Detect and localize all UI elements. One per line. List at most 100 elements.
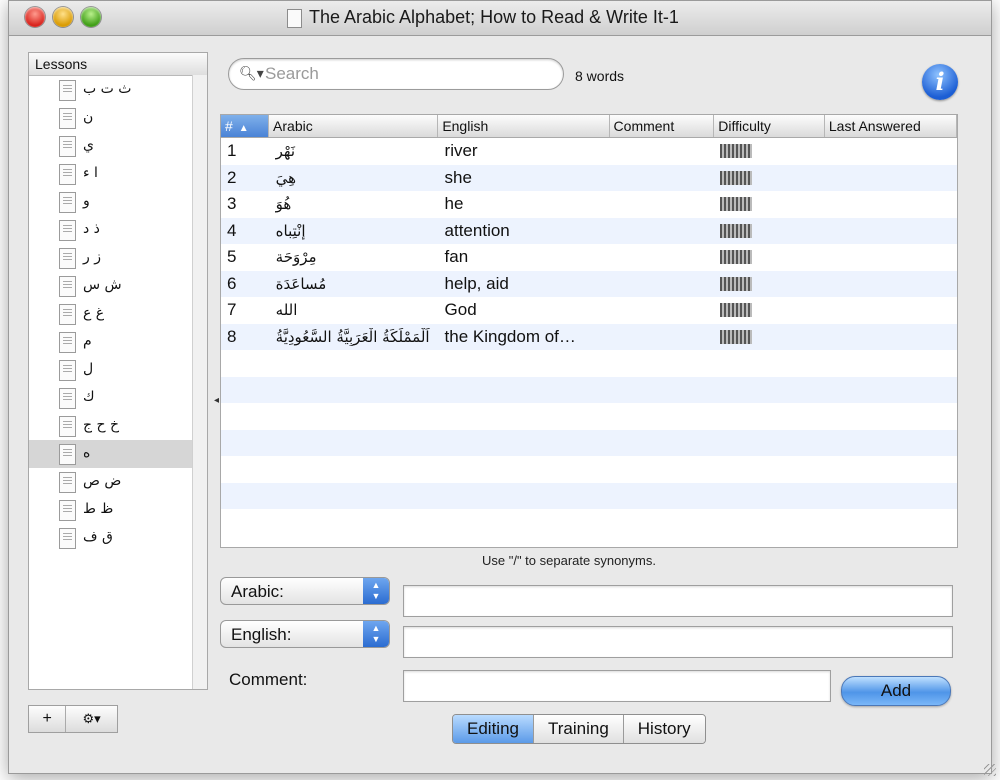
sidebar-item-label: ا ء — [83, 165, 98, 181]
sidebar-scrollbar[interactable] — [192, 75, 207, 689]
arabic-field[interactable] — [403, 585, 956, 618]
sidebar-item-lesson[interactable]: ل — [29, 356, 207, 384]
info-icon[interactable]: i — [922, 64, 958, 100]
sidebar-item-lesson[interactable]: ز ر — [29, 244, 207, 272]
table-row[interactable] — [221, 350, 957, 377]
arabic-language-popup[interactable]: Arabic: ▲ ▼ — [220, 577, 390, 605]
english-cell: the Kingdom of… — [444, 326, 576, 346]
sidebar-item-lesson[interactable]: ا ء — [29, 160, 207, 188]
tab-editing[interactable]: Editing — [453, 715, 534, 743]
minimize-window-button[interactable] — [53, 7, 73, 27]
column-header-comment[interactable]: Comment — [610, 115, 715, 137]
sidebar-item-lesson[interactable]: و — [29, 188, 207, 216]
sidebar-item-lesson[interactable]: ق ف — [29, 524, 207, 552]
title-bar[interactable]: The Arabic Alphabet; How to Read & Write… — [9, 1, 991, 36]
comment-label: Comment: — [229, 670, 308, 689]
sidebar-item-lesson[interactable]: ش س — [29, 272, 207, 300]
sidebar-item-lesson[interactable]: م — [29, 328, 207, 356]
column-header-number[interactable]: # ▲ — [221, 115, 270, 137]
popup-arrows-icon: ▲ ▼ — [363, 621, 389, 647]
comment-field[interactable] — [403, 670, 834, 703]
table-row[interactable]: 2 هِيَ she — [221, 164, 957, 191]
add-lesson-button[interactable]: + — [29, 706, 67, 732]
close-window-button[interactable] — [25, 7, 45, 27]
arabic-cell: هُوَ — [275, 195, 292, 214]
row-number: 1 — [227, 141, 237, 161]
column-header-last-answered[interactable]: Last Answered — [825, 115, 957, 137]
sidebar-item-label: م — [83, 333, 92, 349]
table-row[interactable] — [221, 403, 957, 430]
row-number: 8 — [227, 326, 237, 346]
table-row[interactable] — [221, 482, 957, 509]
table-row[interactable]: 3 هُوَ he — [221, 191, 957, 218]
lessons-sidebar: Lessons ث ت ب ني ا ء و ذ د ز ر ش س غ ع ملك خ ح ج ه… — [28, 52, 208, 690]
table-row[interactable]: 8 اَلْمَمْلَكَةُ الْعَرَبِيَّةُ السَّعُود… — [221, 323, 957, 350]
sidebar-item-lesson[interactable]: غ ع — [29, 300, 207, 328]
table-row[interactable] — [221, 509, 957, 536]
sidebar-item-lesson[interactable]: خ ح ج — [29, 412, 207, 440]
table-row[interactable]: 6 مُساعَدَة help, aid — [221, 270, 957, 297]
table-row[interactable] — [221, 429, 957, 456]
search-input[interactable] — [263, 63, 547, 85]
sidebar-item-lesson[interactable]: ث ت ب — [29, 76, 207, 104]
document-icon — [59, 108, 76, 129]
sidebar-toolbar: + ⚙▾ — [28, 705, 118, 733]
difficulty-bar — [720, 250, 753, 265]
row-number: 4 — [227, 220, 237, 240]
column-header-english[interactable]: English — [438, 115, 610, 137]
row-number: 2 — [227, 167, 237, 187]
row-number: 5 — [227, 247, 237, 267]
english-cell: she — [444, 167, 472, 187]
sidebar-item-lesson[interactable]: ظ ط — [29, 496, 207, 524]
gear-menu-button[interactable]: ⚙▾ — [66, 706, 117, 732]
english-language-popup[interactable]: English: ▲ ▼ — [220, 620, 390, 648]
document-icon — [59, 500, 76, 521]
sidebar-item-lesson[interactable]: ي — [29, 132, 207, 160]
difficulty-bar — [720, 276, 753, 291]
arabic-input[interactable] — [404, 586, 956, 618]
sidebar-item-lesson[interactable]: ذ د — [29, 216, 207, 244]
split-view-handle-icon[interactable]: ◂ — [214, 395, 219, 406]
table-row[interactable]: 7 الله God — [221, 297, 957, 324]
words-table: # ▲ Arabic English Comment Difficulty Las… — [220, 114, 958, 548]
add-word-button[interactable]: Add — [841, 676, 951, 706]
difficulty-bar — [720, 223, 753, 238]
document-icon — [59, 304, 76, 325]
arabic-cell: هِيَ — [275, 168, 297, 187]
difficulty-cell — [714, 276, 825, 291]
table-row[interactable] — [221, 456, 957, 483]
column-header-difficulty[interactable]: Difficulty — [714, 115, 825, 137]
sidebar-item-lesson[interactable]: ه — [29, 440, 207, 468]
resize-grip-icon[interactable] — [984, 764, 996, 776]
column-header-arabic[interactable]: Arabic — [269, 115, 439, 137]
difficulty-cell — [714, 170, 825, 185]
document-icon — [59, 248, 76, 269]
sidebar-item-lesson[interactable]: ض ص — [29, 468, 207, 496]
difficulty-cell — [714, 223, 825, 238]
comment-input[interactable] — [404, 671, 834, 703]
english-input[interactable] — [404, 627, 956, 659]
table-row[interactable]: 1 نَهْر river — [221, 138, 957, 165]
english-cell: attention — [444, 220, 510, 240]
sidebar-item-label: ك — [83, 389, 95, 405]
tab-history[interactable]: History — [623, 715, 705, 743]
sidebar-item-lesson[interactable]: ن — [29, 104, 207, 132]
english-cell: river — [444, 141, 478, 161]
table-row[interactable]: 5 مِرْوَحَة fan — [221, 244, 957, 271]
sidebar-item-label: ذ د — [83, 221, 100, 237]
sidebar-item-lesson[interactable]: ك — [29, 384, 207, 412]
search-icon[interactable]: 🔍︎▾ — [239, 65, 264, 82]
english-popup-label: English: — [231, 625, 292, 644]
zoom-window-button[interactable] — [81, 7, 101, 27]
sidebar-item-label: و — [83, 193, 90, 209]
tab-training[interactable]: Training — [533, 715, 624, 743]
table-row[interactable] — [221, 376, 957, 403]
sidebar-item-label: ث ت ب — [83, 81, 132, 97]
english-field[interactable] — [403, 626, 956, 659]
sidebar-item-label: ي — [83, 137, 94, 153]
table-row[interactable]: 4 إِنْتِباه attention — [221, 217, 957, 244]
mode-segmented-control: Editing Training History — [452, 714, 706, 744]
search-field[interactable]: 🔍︎▾ — [228, 58, 564, 90]
lessons-header[interactable]: Lessons — [29, 53, 207, 76]
sidebar-item-label: غ ع — [83, 305, 105, 321]
